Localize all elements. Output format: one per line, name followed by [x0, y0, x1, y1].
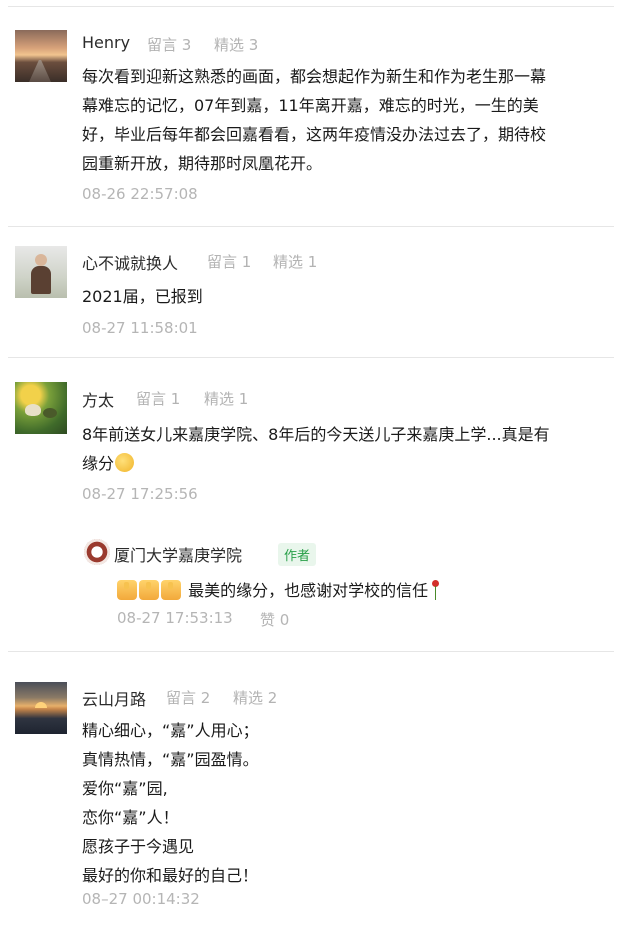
divider: [8, 357, 614, 358]
comment-timestamp: 08–27 00:14:32: [82, 890, 200, 908]
comment-text: 精心细心，“嘉”人用心； 真情热情，“嘉”园盈情。 爱你“嘉”园, 恋你“嘉”人…: [82, 721, 259, 885]
avatar[interactable]: [15, 246, 67, 298]
author-badge: 作者: [278, 543, 317, 566]
avatar[interactable]: [15, 682, 67, 734]
reply-count: 留言 2: [166, 689, 211, 707]
divider: [8, 651, 614, 652]
divider: [8, 226, 614, 227]
reply-count: 留言 1: [136, 390, 181, 408]
reply-author-name[interactable]: 厦门大学嘉庚学院: [114, 542, 242, 566]
like-button[interactable]: 赞 0: [260, 609, 289, 630]
reply-text: 最美的缘分，也感谢对学校的信任: [117, 577, 440, 601]
commenter-name[interactable]: Henry: [82, 33, 130, 52]
comment-timestamp: 08-27 11:58:01: [82, 319, 198, 337]
featured-count: 精选 1: [273, 253, 318, 271]
commenter-name[interactable]: 心不诚就换人: [82, 250, 178, 274]
featured-count: 精选 1: [204, 390, 249, 408]
thumbs-up-icon: [139, 580, 159, 600]
grinning-face-icon: [115, 453, 135, 472]
rose-icon: [430, 580, 440, 600]
university-logo-icon: [84, 539, 110, 565]
featured-count: 精选 3: [214, 36, 259, 54]
reply-timestamp: 08-27 17:53:13: [117, 609, 233, 627]
commenter-name[interactable]: 方太: [82, 387, 114, 411]
thumbs-up-icon: [117, 580, 137, 600]
comment-text: 2021届，已报到: [82, 287, 203, 306]
comment-timestamp: 08-26 22:57:08: [82, 185, 198, 203]
comment-text: 8年前送女儿来嘉庚学院、8年后的今天送儿子来嘉庚上学...真是有 缘分: [82, 425, 550, 473]
avatar[interactable]: [15, 30, 67, 82]
divider: [8, 6, 614, 7]
reply-count: 留言 3: [147, 36, 192, 54]
avatar[interactable]: [15, 382, 67, 434]
commenter-name[interactable]: 云山月路: [82, 686, 146, 710]
reply-count: 留言 1: [207, 253, 252, 271]
comment-text: 每次看到迎新这熟悉的画面，都会想起作为新生和作为老生那一幕 幕难忘的记忆，07年…: [82, 67, 547, 173]
comment-timestamp: 08-27 17:25:56: [82, 485, 198, 503]
thumbs-up-icon: [161, 580, 181, 600]
featured-count: 精选 2: [233, 689, 278, 707]
